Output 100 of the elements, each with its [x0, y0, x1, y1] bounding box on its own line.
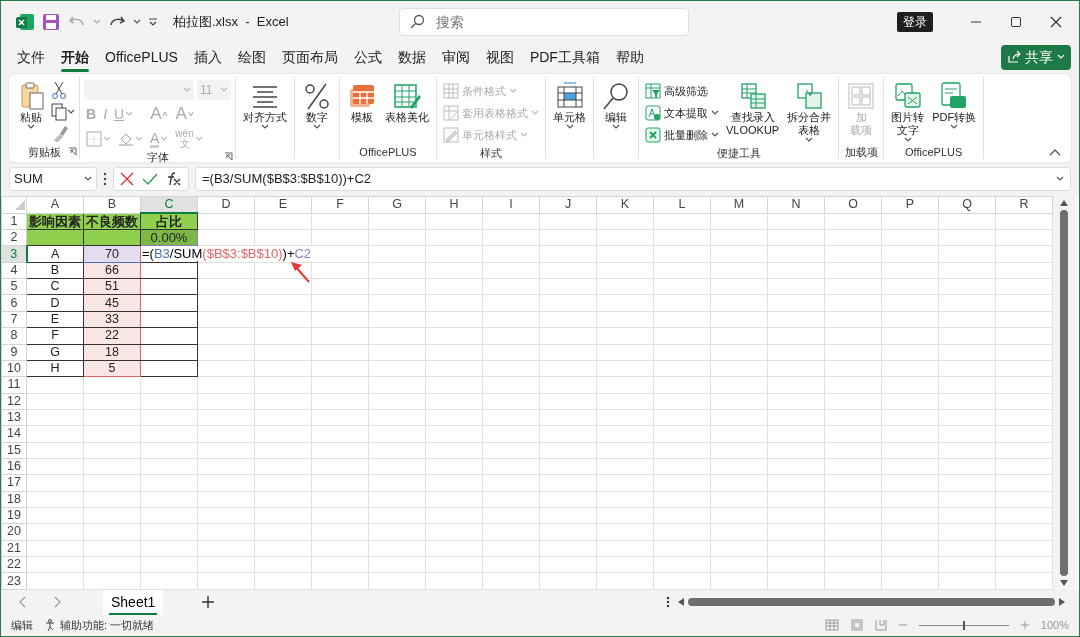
confirm-icon[interactable] [142, 172, 158, 186]
caret-icon [903, 137, 912, 143]
grid-icon [443, 83, 459, 99]
image-text-icon [892, 81, 923, 111]
ribbon-button[interactable]: 高级筛选 [643, 80, 721, 102]
table-cell: E [26, 311, 84, 328]
menu-tab[interactable]: 插入 [185, 43, 230, 71]
ribbon-button[interactable]: 数字 [299, 80, 335, 131]
caret-icon [261, 124, 269, 130]
scroll-down-icon[interactable] [1060, 580, 1068, 586]
spreadsheet-logo-icon[interactable] [15, 11, 35, 32]
column-header[interactable]: I [482, 196, 540, 214]
ribbon-button[interactable]: 文本提取 [643, 102, 721, 124]
column-header[interactable]: P [881, 196, 939, 214]
menu-tab[interactable]: 文件 [9, 43, 53, 71]
menu-tab[interactable]: 绘图 [229, 43, 274, 71]
menu-tab[interactable]: 开始 [53, 43, 97, 71]
column-header[interactable]: G [368, 196, 426, 214]
scrollbar-thumb[interactable] [1060, 210, 1068, 576]
ribbon-button[interactable]: 单元格 [550, 80, 589, 131]
caret-icon [135, 136, 143, 142]
table-cell: G [26, 344, 84, 361]
column-header[interactable]: D [197, 196, 255, 214]
save-icon[interactable] [41, 11, 61, 32]
column-header[interactable]: N [767, 196, 825, 214]
dialog-launcher-icon[interactable] [224, 152, 233, 161]
ribbon-button[interactable]: 查找录入 VLOOKUP [723, 80, 783, 138]
group-label: 样式 [480, 147, 502, 159]
menu-tab[interactable]: PDF工具箱 [521, 43, 608, 71]
menu-tab[interactable]: 审阅 [433, 43, 478, 71]
ribbon-button[interactable]: 粘贴 [13, 80, 49, 131]
scrollbar-thumb[interactable] [688, 598, 1055, 606]
insert-function-icon[interactable] [166, 172, 182, 186]
dialog-launcher-icon[interactable] [68, 147, 77, 156]
login-button[interactable]: 登录 [897, 11, 933, 32]
next-sheet-icon[interactable] [53, 596, 61, 608]
share-icon [1007, 50, 1021, 64]
annotation-arrow [289, 260, 311, 284]
collapse-ribbon-icon[interactable] [1049, 148, 1061, 156]
ribbon-button[interactable]: 表格美化 [382, 80, 432, 125]
scissors-icon[interactable] [51, 80, 67, 100]
column-header[interactable]: J [539, 196, 597, 214]
name-box[interactable]: SUM [9, 167, 97, 191]
customize-toolbar-icon[interactable] [147, 15, 159, 28]
ribbon-button[interactable]: 图片转 文字 [888, 80, 928, 144]
scroll-left-icon[interactable] [678, 598, 685, 606]
brush-icon [443, 127, 459, 143]
group-label: OfficePLUS [359, 146, 417, 158]
copy-icon[interactable] [51, 103, 67, 121]
ribbon-button[interactable]: 模板 [344, 80, 380, 125]
grid-icon [846, 81, 877, 111]
column-header[interactable]: H [425, 196, 483, 214]
column-header[interactable]: M [710, 196, 768, 214]
add-sheet-icon[interactable] [201, 595, 216, 609]
sheet-tab[interactable]: Sheet1 [103, 589, 164, 615]
ribbon-button[interactable]: 拆分合并 表格 [784, 80, 835, 144]
ribbon-button[interactable]: 编辑 [598, 80, 634, 131]
scroll-up-icon[interactable] [1060, 200, 1068, 206]
caret-icon [509, 88, 517, 94]
caret-icon [1057, 54, 1065, 60]
column-header[interactable]: Q [938, 196, 996, 214]
scroll-right-icon[interactable] [1059, 598, 1065, 606]
column-header[interactable]: E [254, 196, 312, 214]
formula-input[interactable]: =(B3/SUM($B$3:$B$10))+C2 [195, 167, 1071, 191]
caret-icon [520, 132, 528, 138]
column-header[interactable]: B [83, 196, 141, 214]
column-header[interactable]: R [995, 196, 1053, 214]
caret-icon [103, 136, 111, 142]
accessibility-icon[interactable] [45, 619, 57, 631]
menu-tab[interactable]: 数据 [389, 43, 434, 71]
previous-sheet-icon[interactable] [19, 596, 27, 608]
menu-tab[interactable]: 公式 [345, 43, 390, 71]
more-options-icon[interactable] [103, 172, 107, 186]
caret-icon [220, 87, 228, 93]
more-options-icon[interactable] [666, 596, 671, 608]
search-field[interactable]: 搜索 [398, 7, 689, 36]
tables-icon [794, 81, 825, 111]
menu-tab[interactable]: 页面布局 [273, 43, 346, 71]
menu-tab[interactable]: OfficePLUS [97, 43, 186, 71]
ribbon-button[interactable]: 批量删除 [643, 124, 721, 146]
grid-icon [554, 81, 585, 111]
column-header[interactable]: F [311, 196, 369, 214]
status-text[interactable]: 辅助功能: 一切就绪 [60, 616, 155, 634]
menu-tab[interactable]: 帮助 [607, 43, 652, 71]
text-icon [645, 105, 661, 121]
ribbon-button[interactable]: 对齐方式 [240, 80, 290, 131]
column-header[interactable]: L [653, 196, 711, 214]
paint-bucket-icon [118, 131, 134, 147]
caret-icon [27, 124, 35, 130]
caret-up-icon [162, 111, 169, 117]
share-button[interactable]: 共享 [1001, 44, 1071, 70]
table-cell: A [26, 245, 84, 263]
ribbon-button[interactable]: PDF转换 [929, 80, 980, 131]
column-header[interactable]: A [26, 196, 84, 214]
column-header[interactable]: C [140, 196, 198, 214]
column-header[interactable]: K [596, 196, 654, 214]
menu-tab[interactable]: 视图 [477, 43, 522, 71]
column-header[interactable]: O [824, 196, 882, 214]
search-icon [601, 81, 631, 111]
cancel-icon[interactable] [120, 172, 134, 186]
